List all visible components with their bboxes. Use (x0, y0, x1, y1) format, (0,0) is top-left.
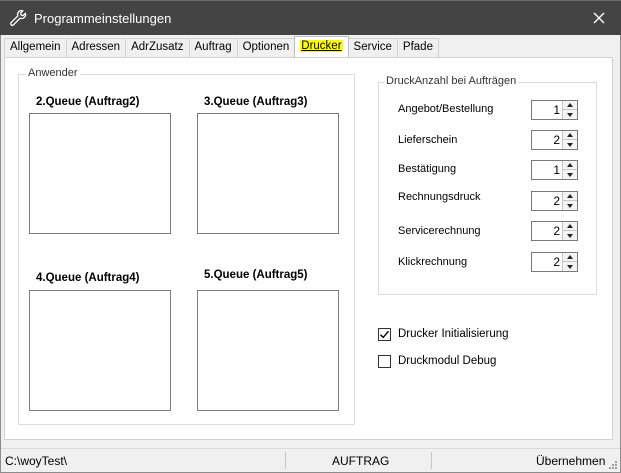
stepper-value: 2 (553, 133, 560, 147)
arrow-down-icon (567, 233, 573, 238)
queue2-list[interactable] (29, 113, 171, 234)
queue4-list[interactable] (29, 290, 171, 411)
spin-up-button[interactable] (563, 101, 577, 110)
stepper-buttons (562, 131, 577, 149)
tab-label: Allgemein (10, 41, 61, 53)
queue4-label: 4.Queue (Auftrag4) (36, 272, 140, 284)
close-icon (593, 12, 605, 24)
queue3-label: 3.Queue (Auftrag3) (204, 96, 308, 108)
tab-label: AdrZusatz (131, 41, 184, 53)
status-bar: C:\woyTest\ AUFTRAG Übernehmen (1, 448, 620, 472)
resize-grip-icon[interactable] (608, 460, 618, 470)
arrow-up-icon (567, 133, 573, 137)
stepper-buttons (562, 161, 577, 179)
tab-pfade[interactable]: Pfade (396, 38, 439, 57)
status-separator (431, 452, 432, 469)
arrow-down-icon (567, 112, 573, 117)
anwender-group: Anwender 2.Queue (Auftrag2) 3.Queue (Auf… (18, 67, 355, 425)
rechnungsdruck-label: Rechnungsdruck (398, 191, 481, 203)
arrow-down-icon (567, 264, 573, 269)
tab-drucker[interactable]: Drucker (294, 36, 349, 57)
tab-auftrag[interactable]: Auftrag (188, 38, 238, 57)
tab-adrzusatz[interactable]: AdrZusatz (125, 38, 190, 57)
stepper-value: 2 (553, 194, 560, 208)
arrow-up-icon (567, 103, 573, 107)
drucker-tab-panel: Anwender 2.Queue (Auftrag2) 3.Queue (Auf… (4, 57, 613, 440)
bestaetigung-stepper[interactable]: 1 (531, 160, 578, 180)
lieferschein-stepper[interactable]: 2 (531, 130, 578, 150)
checkmark-icon (380, 330, 390, 339)
spin-up-button[interactable] (563, 192, 577, 201)
arrow-up-icon (567, 163, 573, 167)
spin-up-button[interactable] (563, 131, 577, 140)
tab-optionen[interactable]: Optionen (236, 38, 296, 57)
queue3-list[interactable] (197, 113, 339, 234)
tab-service[interactable]: Service (347, 38, 398, 57)
stepper-value: 2 (553, 224, 560, 238)
arrow-down-icon (567, 203, 573, 208)
tab-label: Optionen (242, 41, 290, 53)
spin-up-button[interactable] (563, 161, 577, 170)
window-title: Programmeinstellungen (34, 11, 172, 26)
stepper-buttons (562, 192, 577, 210)
stepper-buttons (562, 222, 577, 240)
spin-down-button[interactable] (563, 262, 577, 271)
stepper-buttons (562, 101, 577, 119)
wrench-icon (9, 9, 27, 27)
spin-down-button[interactable] (563, 231, 577, 240)
tab-adressen[interactable]: Adressen (65, 38, 127, 57)
title-bar: Programmeinstellungen (0, 0, 621, 35)
spin-down-button[interactable] (563, 170, 577, 179)
arrow-up-icon (567, 194, 573, 198)
spin-up-button[interactable] (563, 222, 577, 231)
status-path: C:\woyTest\ (5, 454, 68, 468)
tab-strip: Allgemein Adressen AdrZusatz Auftrag Opt… (4, 36, 439, 57)
tab-allgemein[interactable]: Allgemein (4, 38, 67, 57)
angebot-label: Angebot/Bestellung (398, 103, 494, 115)
queue5-list[interactable] (197, 290, 339, 411)
stepper-value: 1 (553, 163, 560, 177)
queue5-label: 5.Queue (Auftrag5) (204, 269, 308, 281)
close-button[interactable] (577, 1, 621, 35)
tab-label: Drucker (300, 40, 343, 52)
servicerechnung-label: Servicerechnung (398, 225, 481, 237)
status-module: AUFTRAG (332, 454, 390, 468)
tab-label: Service (353, 41, 392, 53)
drucker-init-checkbox[interactable] (378, 328, 391, 341)
spin-down-button[interactable] (563, 140, 577, 149)
stepper-buttons (562, 253, 577, 271)
arrow-up-icon (567, 224, 573, 228)
servicerechnung-stepper[interactable]: 2 (531, 221, 578, 241)
spin-down-button[interactable] (563, 201, 577, 210)
druckmodul-debug-label[interactable]: Druckmodul Debug (398, 355, 496, 367)
arrow-up-icon (567, 255, 573, 259)
tab-label: Adressen (71, 41, 121, 53)
druckanzahl-group: DruckAnzahl bei Aufträgen Angebot/Bestel… (378, 75, 597, 295)
spin-up-button[interactable] (563, 253, 577, 262)
tab-label: Pfade (402, 41, 433, 53)
stepper-value: 1 (553, 103, 560, 117)
spin-down-button[interactable] (563, 110, 577, 119)
apply-button[interactable]: Übernehmen (536, 454, 605, 468)
lieferschein-label: Lieferschein (398, 134, 458, 146)
rechnungsdruck-stepper[interactable]: 2 (531, 191, 578, 211)
bestaetigung-label: Bestätigung (398, 163, 457, 175)
druckanzahl-legend: DruckAnzahl bei Aufträgen (384, 75, 519, 87)
drucker-init-label[interactable]: Drucker Initialisierung (398, 328, 509, 340)
angebot-stepper[interactable]: 1 (531, 100, 578, 120)
stepper-value: 2 (553, 255, 560, 269)
queue2-label: 2.Queue (Auftrag2) (36, 96, 140, 108)
arrow-down-icon (567, 172, 573, 177)
arrow-down-icon (567, 142, 573, 147)
anwender-legend: Anwender (26, 67, 80, 79)
tab-label: Auftrag (194, 41, 232, 53)
status-separator (285, 452, 286, 469)
klickrechnung-label: Klickrechnung (398, 256, 468, 268)
druckmodul-debug-checkbox[interactable] (378, 355, 391, 368)
klickrechnung-stepper[interactable]: 2 (531, 252, 578, 272)
